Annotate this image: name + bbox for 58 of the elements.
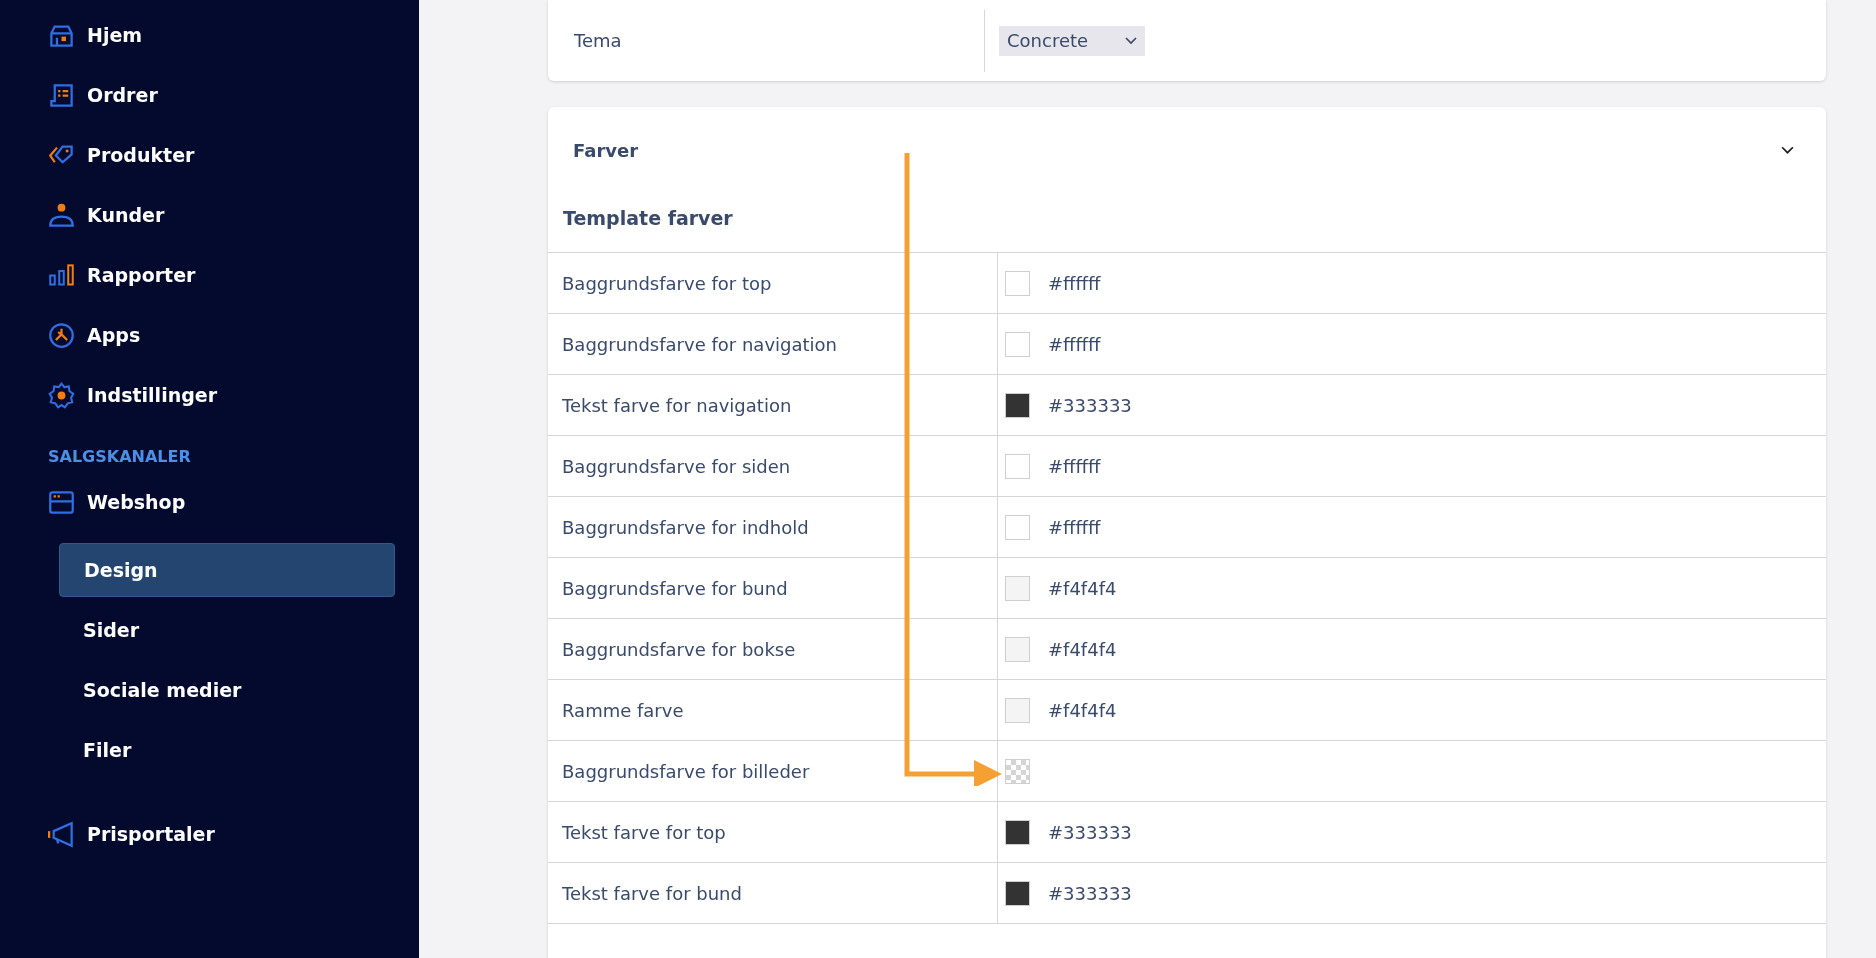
color-swatch[interactable] [1005,575,1030,601]
nav-item[interactable]: Indstillinger [0,365,419,425]
color-label: Baggrundsfarve for top [548,253,998,313]
color-value: #ffffff [1048,516,1101,538]
color-value: #333333 [1048,394,1132,416]
sub-nav-item[interactable]: Sider [59,603,395,657]
color-value: #ffffff [1048,333,1101,355]
color-value: #f4f4f4 [1048,577,1117,599]
color-swatch[interactable] [1005,453,1030,479]
color-value: #f4f4f4 [1048,638,1117,660]
receipt-icon [48,81,75,109]
color-value: #333333 [1048,821,1132,843]
color-swatch[interactable] [1005,392,1030,418]
color-swatch[interactable] [1005,819,1030,845]
color-swatch[interactable] [1005,880,1030,906]
sub-nav-item[interactable]: Design [59,543,395,597]
color-swatch[interactable] [1005,331,1030,357]
color-value: #ffffff [1048,272,1101,294]
section-heading: SALGSKANALER [47,446,192,468]
sub-nav-item[interactable]: Filer [59,723,395,777]
settings-icon [48,381,75,409]
color-swatch[interactable] [1005,514,1030,540]
theme-select[interactable]: Concrete [999,25,1145,56]
bar-chart-icon [48,261,75,289]
color-label: Tekst farve for navigation [548,375,998,435]
color-label: Ramme farve [548,680,998,740]
color-swatch[interactable] [1005,697,1030,723]
nav-item[interactable]: Rapporter [0,245,419,305]
chevron-down-icon[interactable] [1781,145,1794,155]
megaphone-icon [48,820,75,848]
color-value: #ffffff [1048,455,1101,477]
color-label: Baggrundsfarve for indhold [548,497,998,557]
color-value: #f4f4f4 [1048,699,1117,721]
nav-item[interactable]: Prisportaler [0,804,419,864]
color-label: Baggrundsfarve for navigation [548,314,998,374]
nav-item[interactable]: Produkter [0,125,419,185]
color-label: Tekst farve for bund [548,863,998,923]
storefront-icon [48,488,75,516]
color-label: Baggrundsfarve for bund [548,558,998,618]
color-label: Tekst farve for top [548,802,998,862]
color-swatch[interactable] [1005,636,1030,662]
field-label: Tema [573,30,623,51]
nav-item[interactable]: Hjem [0,5,419,65]
nav-item[interactable]: Kunder [0,185,419,245]
subsection-title: Template farver [562,206,734,231]
transparent-swatch[interactable] [1005,758,1030,784]
nav-item[interactable]: Webshop [0,472,419,532]
chevron-down-icon [1125,36,1137,45]
color-value: #333333 [1048,882,1132,904]
sub-nav-item[interactable]: Sociale medier [59,663,395,717]
section-title: Farver [573,139,639,161]
apps-icon [48,321,75,349]
person-icon [48,201,75,229]
color-swatch[interactable] [1005,270,1030,296]
color-label: Baggrundsfarve for bokse [548,619,998,679]
nav-item[interactable]: Apps [0,305,419,365]
nav-item[interactable]: Ordrer [0,65,419,125]
color-label: Baggrundsfarve for siden [548,436,998,496]
